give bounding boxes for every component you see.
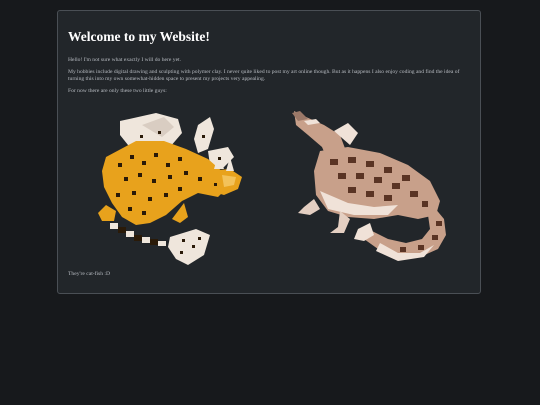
page-title: Welcome to my Website!: [68, 29, 210, 44]
lead-in-paragraph: For now there are only these two little …: [68, 88, 167, 95]
tan-cat-fish-image: [292, 111, 446, 261]
intro-paragraph: Hello! I'm not sure what exactly I will …: [68, 57, 182, 63]
hobbies-paragraph: My hobbies include digital drawing and s…: [68, 69, 460, 82]
welcome-card: Welcome to my Website! Hello! I'm not su…: [57, 10, 481, 294]
yellow-cat-fish-image: [98, 113, 242, 265]
caption-text: They're cat-fish :D: [68, 271, 111, 277]
artwork-panel: [98, 111, 446, 265]
